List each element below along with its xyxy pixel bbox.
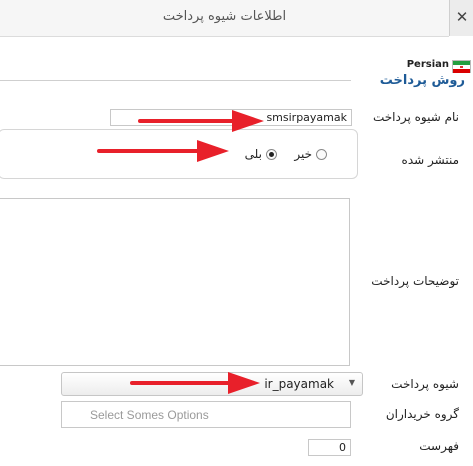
radio-option-no[interactable]: خیر [294,147,327,161]
payment-method-selected-value: ir_payamak [264,377,334,391]
order-input[interactable] [308,439,351,456]
method-name-label: نام شیوه پرداخت [372,110,459,124]
iran-flag-icon [452,60,471,74]
description-label: توضیحات پرداخت [371,274,459,288]
radio-yes-circle[interactable] [266,148,277,160]
radio-yes-label: بلی [244,147,262,161]
title-bar-close-area: ✕ [449,0,473,36]
annotation-arrow-icon [138,108,266,134]
language-label: Persian [406,59,449,70]
description-textarea[interactable] [0,198,350,366]
section-legend: روش پرداخت [373,73,473,88]
radio-no-label: خیر [294,147,312,161]
window-title: اطلاعات شیوه پرداخت [162,9,287,24]
order-label: فهرست [419,439,459,453]
payment-method-label: شیوه پرداخت [391,377,459,391]
radio-no-circle[interactable] [316,148,327,160]
radio-selected-dot [269,151,274,157]
section-divider [0,80,351,81]
annotation-arrow-icon [130,370,262,396]
chevron-down-icon: ▼ [348,378,355,387]
close-icon[interactable]: ✕ [452,7,472,27]
shopper-groups-label: گروه خریداران [385,407,459,421]
title-bar: اطلاعات شیوه پرداخت [0,0,449,37]
annotation-arrow-icon [97,138,231,164]
shopper-groups-select[interactable]: Select Somes Options [61,401,351,428]
published-label: منتشر شده [401,153,459,167]
shopper-groups-placeholder: Select Somes Options [90,408,209,422]
radio-option-yes[interactable]: بلی [245,147,277,161]
